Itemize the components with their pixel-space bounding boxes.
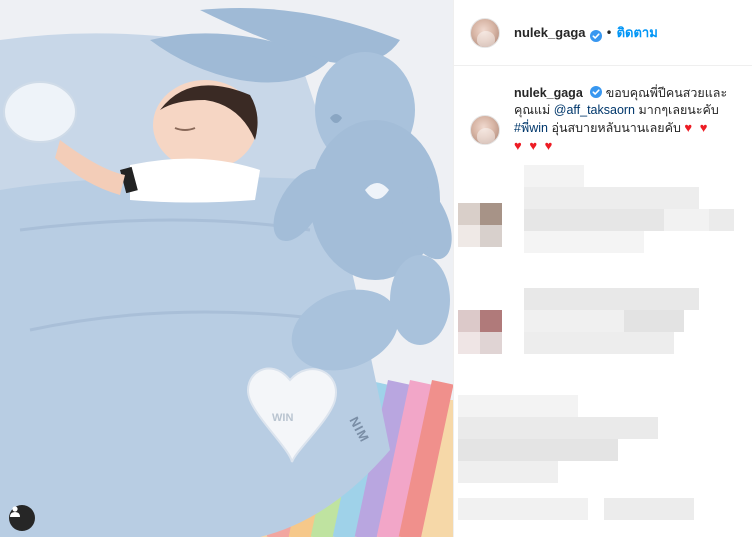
- blurred-avatar: [480, 310, 502, 332]
- blurred-text: [524, 165, 584, 187]
- blurred-text: [524, 187, 699, 209]
- caption-username[interactable]: nulek_gaga: [514, 86, 583, 100]
- blurred-avatar: [458, 310, 480, 332]
- blurred-text: [458, 395, 578, 417]
- follow-button[interactable]: ติดตาม: [617, 22, 658, 43]
- blurred-text: [524, 209, 664, 231]
- post-side-panel: nulek_gaga • ติดตาม nulek_gaga ขอบคุณพี่…: [453, 0, 752, 537]
- blurred-text: [524, 231, 644, 253]
- heart-emoji-icon: ♥ ♥: [684, 120, 710, 135]
- photo-illustration: [0, 0, 453, 537]
- blurred-text: [458, 439, 618, 461]
- blurred-text: [458, 498, 588, 520]
- header-username[interactable]: nulek_gaga: [514, 25, 586, 40]
- blurred-avatar: [480, 203, 502, 225]
- verified-badge-icon: [589, 27, 602, 42]
- blanket-heart-text: WIN: [272, 412, 294, 424]
- caption-hashtag-link[interactable]: #พี่win: [514, 121, 548, 135]
- blurred-text: [709, 209, 734, 231]
- blurred-text: [458, 417, 658, 439]
- blurred-text: [458, 461, 558, 483]
- blurred-text: [524, 288, 699, 310]
- user-tag-button[interactable]: [9, 505, 35, 531]
- blurred-text: [604, 498, 694, 520]
- caption-text-part-3: อุ่นสบายหลับนานเลยคับ: [551, 121, 681, 135]
- avatar[interactable]: [470, 17, 500, 48]
- verified-badge-icon: [590, 86, 603, 98]
- blurred-avatar: [480, 332, 502, 354]
- blurred-text: [664, 209, 709, 231]
- post-photo[interactable]: WIN NIM: [0, 0, 453, 537]
- blurred-avatar: [458, 332, 480, 354]
- caption-text: nulek_gaga ขอบคุณพี่ปีคนสวยและคุณแม่ @af…: [514, 85, 740, 155]
- caption-text-part-2: มากๆเลยนะคับ: [638, 103, 719, 117]
- blurred-avatar: [458, 225, 480, 247]
- post-header: nulek_gaga • ติดตาม: [454, 0, 752, 66]
- caption-comment: nulek_gaga ขอบคุณพี่ปีคนสวยและคุณแม่ @af…: [470, 85, 740, 155]
- blurred-text: [624, 310, 684, 332]
- caption-avatar[interactable]: [470, 115, 500, 145]
- blurred-text: [524, 332, 674, 354]
- blurred-avatar: [480, 225, 502, 247]
- blurred-text: [524, 310, 624, 332]
- caption-mention-link[interactable]: @aff_taksaorn: [554, 103, 635, 117]
- header-separator: •: [605, 25, 613, 40]
- blurred-avatar: [458, 203, 480, 225]
- heart-emoji-icon: ♥ ♥ ♥: [514, 138, 555, 153]
